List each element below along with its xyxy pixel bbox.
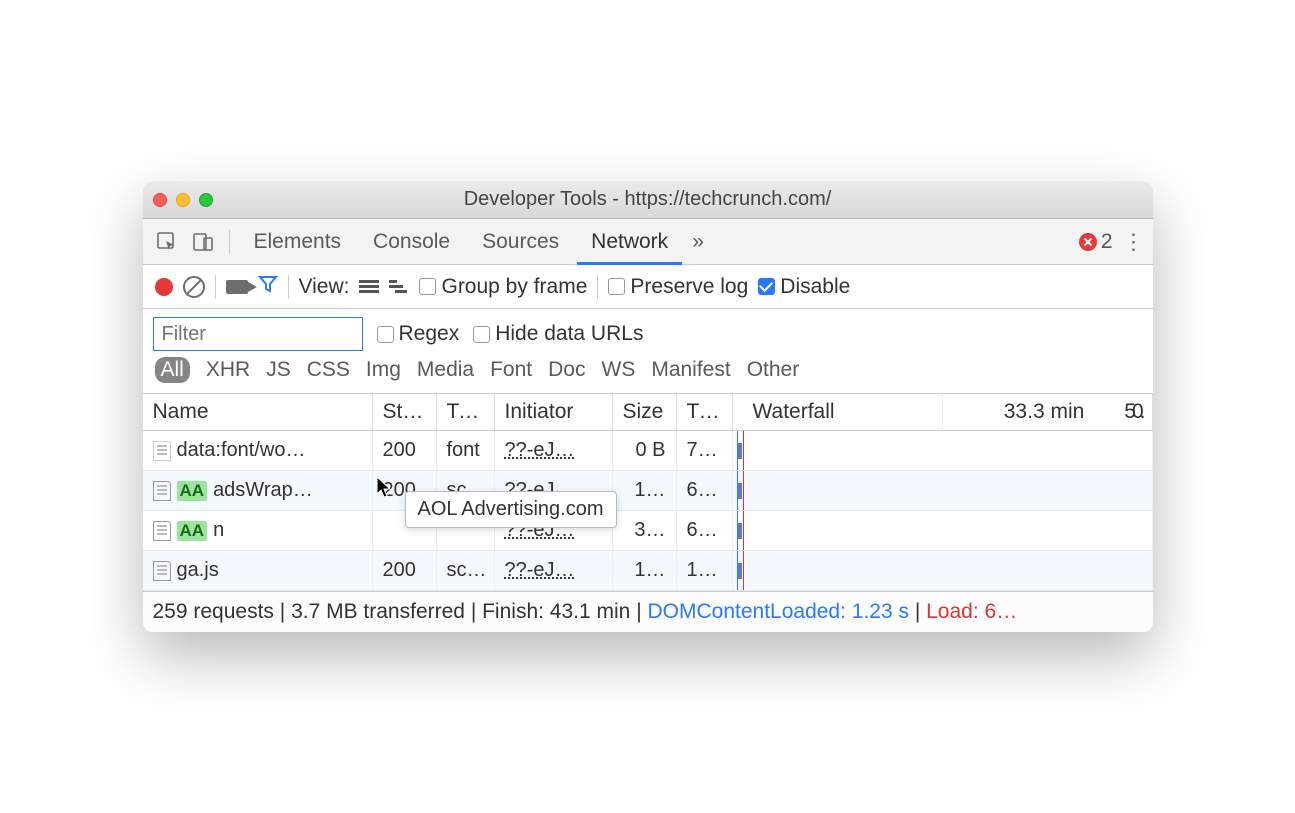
group-by-frame-checkbox[interactable]: Group by frame	[419, 275, 587, 299]
close-window-button[interactable]	[153, 193, 167, 207]
hide-data-urls-checkbox[interactable]: Hide data URLs	[473, 322, 643, 346]
large-rows-icon[interactable]	[359, 277, 379, 297]
table-row[interactable]: data:font/wo… 200 font ??-eJ… 0 B 7…	[143, 431, 1153, 471]
error-icon	[1079, 233, 1097, 251]
traffic-lights	[153, 193, 213, 207]
inspect-element-icon[interactable]	[151, 226, 183, 258]
record-button[interactable]	[155, 278, 173, 296]
maximize-window-button[interactable]	[199, 193, 213, 207]
filter-input[interactable]	[153, 317, 363, 351]
type-ws[interactable]: WS	[602, 358, 636, 382]
device-toolbar-icon[interactable]	[187, 226, 219, 258]
view-label: View:	[299, 275, 350, 299]
window-title: Developer Tools - https://techcrunch.com…	[143, 188, 1153, 211]
file-icon	[153, 521, 171, 541]
type-manifest[interactable]: Manifest	[651, 358, 730, 382]
col-time[interactable]: Ti…	[677, 394, 733, 430]
waterfall-cell	[733, 511, 1153, 550]
status-load: Load: 6…	[926, 600, 1017, 623]
waterfall-cell	[733, 471, 1153, 510]
status-transferred: 3.7 MB transferred	[291, 600, 465, 623]
network-toolbar: View: Group by frame Preserve log Disabl…	[143, 265, 1153, 309]
type-img[interactable]: Img	[366, 358, 401, 382]
tab-network[interactable]: Network	[577, 219, 682, 265]
overview-icon[interactable]	[389, 277, 409, 297]
disable-cache-checkbox[interactable]: Disable	[758, 275, 850, 299]
type-doc[interactable]: Doc	[548, 358, 585, 382]
ad-badge-icon: AA	[177, 481, 208, 501]
preserve-log-checkbox[interactable]: Preserve log	[608, 275, 748, 299]
table-row[interactable]: AAadsWrap… 200 sc… ??-eJ… 1… 6…	[143, 471, 1153, 511]
network-table-body: data:font/wo… 200 font ??-eJ… 0 B 7… AAa…	[143, 431, 1153, 591]
waterfall-cell	[733, 431, 1153, 470]
main-tabs-toolbar: Elements Console Sources Network » 2 ⋮	[143, 219, 1153, 265]
error-count: 2	[1101, 230, 1113, 254]
file-icon	[153, 441, 171, 461]
tab-elements[interactable]: Elements	[240, 219, 356, 265]
filter-row: Regex Hide data URLs	[143, 309, 1153, 357]
type-xhr[interactable]: XHR	[206, 358, 250, 382]
type-other[interactable]: Other	[747, 358, 800, 382]
filter-toggle-icon[interactable]	[258, 274, 278, 299]
file-icon	[153, 481, 171, 501]
type-css[interactable]: CSS	[307, 358, 350, 382]
error-badge[interactable]: 2	[1079, 230, 1113, 254]
type-all[interactable]: All	[155, 357, 190, 383]
type-filter-row: All XHR JS CSS Img Media Font Doc WS Man…	[143, 357, 1153, 394]
type-media[interactable]: Media	[417, 358, 474, 382]
waterfall-cell	[733, 551, 1153, 590]
col-initiator[interactable]: Initiator	[495, 394, 613, 430]
status-finish: Finish: 43.1 min	[482, 600, 630, 623]
screenshot-icon[interactable]	[226, 280, 248, 294]
status-bar: 259 requests | 3.7 MB transferred | Fini…	[143, 591, 1153, 632]
tabs-overflow[interactable]: »	[686, 219, 710, 265]
status-domcontentloaded: DOMContentLoaded: 1.23 s	[647, 600, 909, 623]
col-name[interactable]: Name	[143, 394, 373, 430]
tab-sources[interactable]: Sources	[468, 219, 573, 265]
clear-button[interactable]	[183, 276, 205, 298]
tab-console[interactable]: Console	[359, 219, 464, 265]
ad-badge-icon: AA	[177, 521, 208, 541]
titlebar: Developer Tools - https://techcrunch.com…	[143, 181, 1153, 219]
regex-checkbox[interactable]: Regex	[377, 322, 460, 346]
table-row[interactable]: ga.js 200 sc… ??-eJ… 1… 1…	[143, 551, 1153, 591]
network-table-header: Name St… Ty… Initiator Size Ti… Waterfal…	[143, 394, 1153, 431]
col-waterfall[interactable]: Waterfall 33.3 min 50.	[733, 394, 1153, 430]
table-row[interactable]: AAn ??-eJ… 3… 6…	[143, 511, 1153, 551]
settings-menu-icon[interactable]: ⋮	[1123, 237, 1145, 247]
minimize-window-button[interactable]	[176, 193, 190, 207]
file-icon	[153, 561, 171, 581]
type-font[interactable]: Font	[490, 358, 532, 382]
type-js[interactable]: JS	[266, 358, 291, 382]
col-status[interactable]: St…	[373, 394, 437, 430]
devtools-window: Developer Tools - https://techcrunch.com…	[143, 181, 1153, 632]
col-type[interactable]: Ty…	[437, 394, 495, 430]
col-size[interactable]: Size	[613, 394, 677, 430]
status-requests: 259 requests	[153, 600, 274, 623]
tooltip: AOL Advertising.com	[405, 491, 617, 528]
